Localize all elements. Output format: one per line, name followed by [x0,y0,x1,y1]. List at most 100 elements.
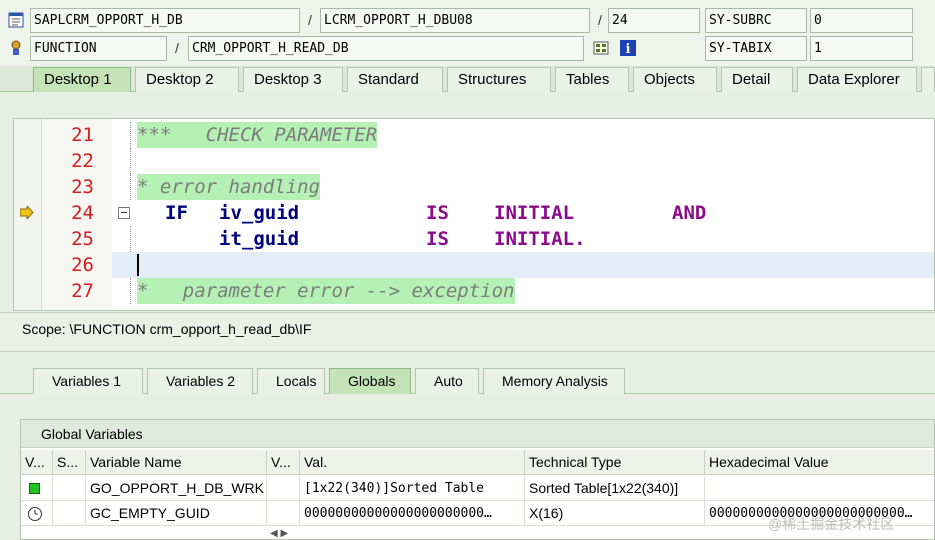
column-header[interactable]: Variable Name [86,450,267,475]
table-cell [53,501,86,526]
column-header[interactable]: Technical Type [525,450,705,475]
function-module-icon [8,40,24,56]
line-number: 24 [71,202,94,224]
keyword-initial: INITIAL [494,202,575,224]
clock-icon [27,505,43,526]
cursor-line: 26 [71,252,934,278]
line-number: 25 [71,228,94,250]
variable-name-cell[interactable]: GC_EMPTY_GUID [86,501,267,526]
fold-guide [130,226,131,252]
keyword-and: AND [672,202,707,224]
source-code-editor[interactable]: 21 *** CHECK PARAMETER 22 23 * error han… [13,118,935,311]
comment-text: * parameter error --> exception [137,278,515,304]
fold-guide [130,174,131,200]
line-field[interactable]: 24 [608,8,700,33]
table-cell [267,501,300,526]
text-cursor [137,254,139,276]
code-line: 25 it_guid IS INITIAL. [14,226,934,252]
type-cell: X(16) [525,501,705,526]
sy-subrc-label: SY-SUBRC [705,8,807,33]
type-cell: Sorted Table[1x22(340)] [525,476,705,501]
header-row-program: SAPLCRM_OPPORT_H_DB / LCRM_OPPORT_H_DBU0… [0,8,935,34]
identifier: it_guid [219,228,300,250]
tab-desktop-2[interactable]: Desktop 2 [135,67,239,92]
panel-title: Global Variables [21,420,934,448]
debugger-header: SAPLCRM_OPPORT_H_DB / LCRM_OPPORT_H_DBU0… [0,0,935,66]
info-icon[interactable]: i [620,40,636,57]
tab-desktop-1[interactable]: Desktop 1 [33,67,131,92]
code-line: 23 * error handling [14,174,934,200]
tab-variables-1[interactable]: Variables 1 [33,368,143,394]
tab-objects[interactable]: Objects [633,67,717,92]
fold-guide [130,278,131,304]
tab-detail[interactable]: Detail [721,67,793,92]
column-header[interactable]: Val. [300,450,525,475]
value-cell[interactable]: 00000000000000000000000… [300,501,525,526]
table-row[interactable]: GO_OPPORT_H_DB_WRK [1x22(340)]Sorted Tab… [21,476,934,501]
variables-tabstrip: Variables 1 Variables 2 Locals Globals A… [0,368,935,394]
sy-tabix-value[interactable]: 1 [810,36,913,61]
table-header: V... S... Variable Name V... Val. Techni… [21,450,934,475]
identifier: iv_guid [219,202,300,224]
line-number: 22 [71,150,94,172]
comment-text: * error handling [137,174,321,200]
variable-name-cell[interactable]: GO_OPPORT_H_DB_WRK [86,476,267,501]
tab-overflow[interactable] [921,67,935,92]
header-row-event: FUNCTION / CRM_OPPORT_H_READ_DB i SY-TAB… [0,36,935,62]
keyword-initial: INITIAL. [494,228,586,250]
tab-auto[interactable]: Auto [415,368,479,394]
hex-cell [705,476,934,501]
event-name-field[interactable]: CRM_OPPORT_H_READ_DB [188,36,584,61]
desktop-tabstrip: Desktop 1 Desktop 2 Desktop 3 Standard S… [0,66,935,92]
tab-desktop-3[interactable]: Desktop 3 [243,67,343,92]
line-number: 21 [71,124,94,146]
tab-locals[interactable]: Locals [257,368,325,394]
status-cell [21,501,53,526]
separator-slash: / [598,12,602,28]
fold-guide [130,148,131,174]
tab-standard[interactable]: Standard [347,67,443,92]
line-number: 26 [71,254,94,276]
collapse-block-icon[interactable] [118,207,130,219]
program-icon [8,12,24,28]
code-line-current: 24 IF iv_guid IS INITIAL AND [14,200,934,226]
code-line: 22 [14,148,934,174]
value-cell[interactable]: [1x22(340)]Sorted Table [300,476,525,501]
sy-tabix-label: SY-TABIX [705,36,807,61]
code-line: 27 * parameter error --> exception [14,278,934,304]
status-green-icon [29,483,40,494]
separator-slash: / [175,40,179,56]
tab-variables-2[interactable]: Variables 2 [147,368,253,394]
table-cell [53,476,86,501]
column-header[interactable]: Hexadecimal Value [705,450,934,475]
current-statement-arrow-icon [19,204,34,222]
table-cell [267,476,300,501]
column-header[interactable]: S... [53,450,86,475]
keyword-is: IS [426,228,449,250]
watermark: @稀土掘金技术社区 [768,516,895,532]
fold-guide [130,122,131,148]
program-field[interactable]: SAPLCRM_OPPORT_H_DB [30,8,300,33]
tab-tables[interactable]: Tables [555,67,629,92]
tab-data-explorer[interactable]: Data Explorer [797,67,917,92]
column-header[interactable]: V... [267,450,300,475]
tab-globals[interactable]: Globals [329,368,411,394]
line-number: 27 [71,280,94,302]
tab-memory-analysis[interactable]: Memory Analysis [483,368,625,394]
line-number: 23 [71,176,94,198]
horizontal-scroll-arrows-icon[interactable]: ◀ ▶ [270,528,288,539]
event-type-field[interactable]: FUNCTION [30,36,167,61]
column-header[interactable]: V... [21,450,53,475]
status-cell [21,476,53,501]
include-field[interactable]: LCRM_OPPORT_H_DBU08 [320,8,590,33]
keyword-is: IS [426,202,449,224]
comment-text: *** CHECK PARAMETER [137,122,378,148]
scope-bar: Scope: \FUNCTION crm_opport_h_read_db\IF [0,312,935,352]
code-line: 21 *** CHECK PARAMETER [14,122,934,148]
keyword-if: IF [165,202,188,224]
separator-slash: / [308,12,312,28]
display-object-icon[interactable] [593,40,609,56]
tab-structures[interactable]: Structures [447,67,551,92]
sy-subrc-value[interactable]: 0 [810,8,913,33]
svg-text:i: i [626,42,631,56]
